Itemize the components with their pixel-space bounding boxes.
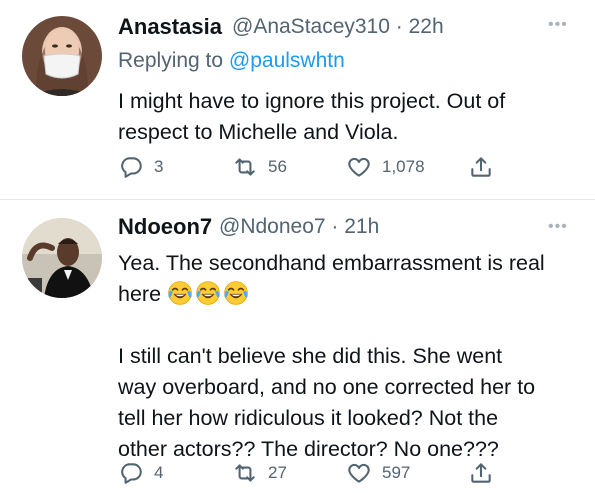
reply-button[interactable]: 4 — [118, 460, 163, 486]
tweet-text-line: I still can't believe she did this. She … — [118, 344, 503, 368]
retweet-button[interactable]: 27 — [232, 460, 287, 486]
retweet-count: 27 — [268, 463, 287, 482]
tweet-text-line: tell her how ridiculous it looked? Not t… — [118, 406, 499, 430]
like-count: 1,078 — [382, 157, 425, 176]
author-handle[interactable]: @Ndoneo7 — [219, 215, 326, 238]
tweet-text-line: Yea. The secondhand embarrassment is rea… — [118, 251, 545, 275]
retweet-count: 56 — [268, 157, 287, 176]
heart-icon — [348, 463, 370, 483]
tweet-1[interactable]: Anastasia @AnaStacey310 · 22h ••• Replyi… — [0, 0, 595, 199]
emoji-row — [167, 281, 251, 306]
replying-to-prefix: Replying to — [118, 49, 224, 72]
author-handle[interactable]: @AnaStacey310 — [232, 15, 390, 38]
separator-dot: · — [395, 15, 403, 38]
tweet-text-fragment: here — [118, 282, 162, 306]
author-handle-time[interactable]: @AnaStacey310 · 22h — [232, 15, 444, 39]
like-button[interactable]: 1,078 — [346, 154, 425, 180]
avatar-ndoeon7[interactable] — [22, 218, 102, 298]
tweet-actions: 4 27 597 — [118, 460, 588, 490]
tweet-text: Yea. The secondhand embarrassment is rea… — [118, 248, 588, 465]
share-icon — [471, 157, 491, 177]
tweet-2[interactable]: Ndoeon7 @Ndoneo7 · 21h ••• Yea. The seco… — [0, 200, 595, 493]
retweet-icon — [235, 464, 255, 482]
retweet-icon — [235, 158, 255, 176]
paragraph-spacer — [118, 310, 588, 341]
like-button[interactable]: 597 — [346, 460, 410, 486]
face-with-tears-of-joy-icon — [168, 281, 192, 305]
reply-count: 3 — [154, 157, 164, 176]
face-with-tears-of-joy-icon — [224, 281, 248, 305]
timestamp[interactable]: 21h — [344, 215, 379, 238]
author-name[interactable]: Anastasia — [118, 14, 222, 40]
author-name[interactable]: Ndoeon7 — [118, 214, 212, 240]
separator-dot: · — [331, 215, 339, 238]
reply-count: 4 — [154, 463, 164, 482]
tweet-text-line: I might have to ignore this project. Out… — [118, 89, 506, 113]
reply-icon — [121, 463, 142, 484]
more-horizontal-icon[interactable]: ••• — [548, 218, 568, 236]
tweet-text-line: respect to Michelle and Viola. — [118, 120, 399, 144]
share-button[interactable] — [468, 154, 494, 180]
tweet-text-line-with-emoji: here — [118, 279, 588, 310]
avatar-anastasia[interactable] — [22, 16, 102, 96]
timestamp[interactable]: 22h — [409, 15, 444, 38]
replying-to: Replying to @paulswhtn — [118, 49, 345, 73]
share-icon — [471, 463, 491, 483]
retweet-button[interactable]: 56 — [232, 154, 287, 180]
heart-icon — [348, 157, 370, 177]
reply-button[interactable]: 3 — [118, 154, 163, 180]
author-handle-time[interactable]: @Ndoneo7 · 21h — [219, 215, 379, 239]
tweet-actions: 3 56 1,078 — [118, 154, 588, 184]
replying-to-handle[interactable]: @paulswhtn — [229, 49, 345, 72]
face-with-tears-of-joy-icon — [196, 281, 220, 305]
reply-icon — [121, 157, 142, 178]
share-button[interactable] — [468, 460, 494, 486]
tweet-text: I might have to ignore this project. Out… — [118, 86, 588, 148]
tweet-text-line: way overboard, and no one corrected her … — [118, 375, 536, 399]
more-horizontal-icon[interactable]: ••• — [548, 16, 568, 34]
like-count: 597 — [382, 463, 411, 482]
